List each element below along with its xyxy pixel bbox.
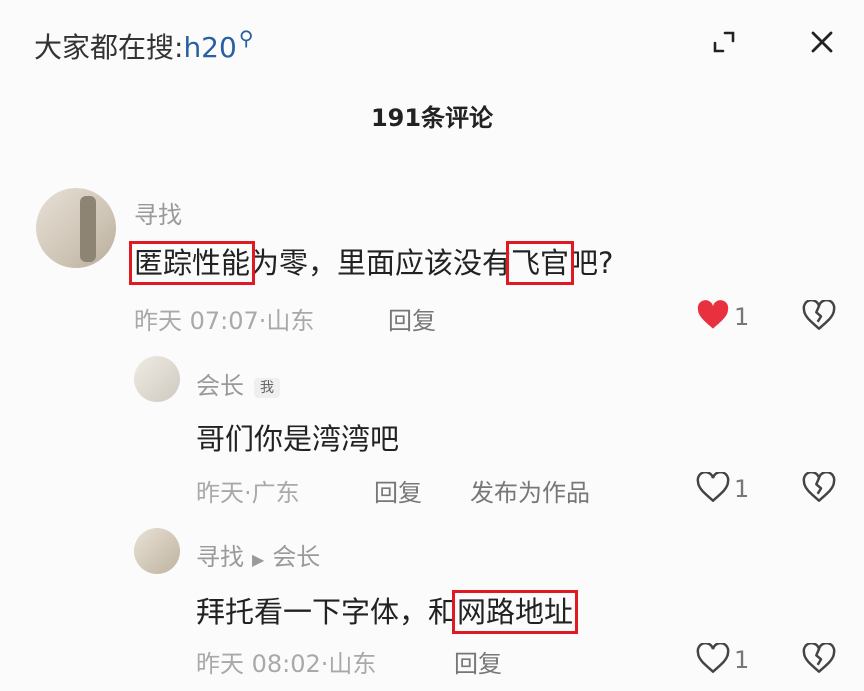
reply-username: 会长我 — [196, 366, 280, 401]
close-icon — [809, 29, 835, 59]
reply-button[interactable]: 回复 — [374, 473, 422, 508]
avatar[interactable] — [134, 356, 180, 402]
broken-heart-icon — [802, 298, 836, 334]
self-badge: 我 — [254, 378, 280, 398]
reply-button[interactable]: 回复 — [454, 644, 502, 679]
reply-text: 哥们你是湾湾吧 — [196, 422, 400, 456]
dislike-button[interactable] — [802, 470, 836, 506]
expand-icon — [711, 29, 737, 59]
expand-button[interactable] — [704, 24, 744, 64]
search-icon: ⚲ — [238, 26, 254, 50]
broken-heart-icon — [802, 470, 836, 506]
like-button[interactable]: 1 — [696, 470, 750, 506]
search-term-link[interactable]: h20 — [183, 31, 236, 64]
search-suggestion[interactable]: 大家都在搜:h20 ⚲ — [34, 26, 253, 66]
avatar[interactable] — [36, 188, 116, 268]
like-button[interactable]: 1 — [696, 641, 750, 677]
publish-as-work-button[interactable]: 发布为作品 — [470, 473, 590, 508]
reply-text: 拜托看一下字体，和网路地址 — [196, 589, 579, 634]
heart-filled-icon — [696, 300, 730, 334]
comment-text-segment: 拜托看一下字体，和 — [196, 595, 458, 629]
reply-time-location: 昨天·广东 — [196, 479, 300, 507]
reply-button[interactable]: 回复 — [388, 301, 436, 336]
reply-arrow-icon: ▶ — [252, 550, 265, 569]
highlighted-text: 飞官 — [506, 241, 575, 285]
close-button[interactable] — [802, 24, 842, 64]
avatar[interactable] — [134, 528, 180, 574]
like-count: 1 — [734, 303, 750, 331]
dislike-button[interactable] — [802, 641, 836, 677]
comment-text-segment: 吧? — [569, 246, 614, 280]
like-count: 1 — [734, 475, 750, 503]
like-button[interactable]: 1 — [696, 300, 749, 334]
broken-heart-icon — [802, 641, 836, 677]
comment-time-location: 昨天 07:07·山东 — [134, 307, 315, 335]
highlighted-text: 匿踪性能 — [128, 241, 256, 285]
reply-time-location: 昨天 08:02·山东 — [196, 650, 377, 678]
reply-target[interactable]: 会长 — [272, 543, 320, 571]
highlighted-text: 网路地址 — [452, 590, 579, 634]
comment-text-segment: 为零，里面应该没有 — [250, 246, 512, 280]
heart-outline-icon — [696, 641, 730, 677]
search-prefix-label: 大家都在搜: — [34, 31, 184, 64]
like-count: 1 — [734, 646, 750, 674]
comment-username[interactable]: 寻找 — [134, 195, 182, 230]
dislike-button[interactable] — [802, 298, 836, 334]
reply-author[interactable]: 寻找 — [196, 543, 244, 571]
reply-author[interactable]: 会长 — [196, 372, 244, 400]
comment-text: 匿踪性能为零，里面应该没有飞官吧? — [128, 240, 614, 285]
reply-username: 寻找 ▶ 会长 — [196, 537, 320, 572]
heart-outline-icon — [696, 470, 730, 506]
comment-count: 191条评论 — [370, 104, 494, 132]
